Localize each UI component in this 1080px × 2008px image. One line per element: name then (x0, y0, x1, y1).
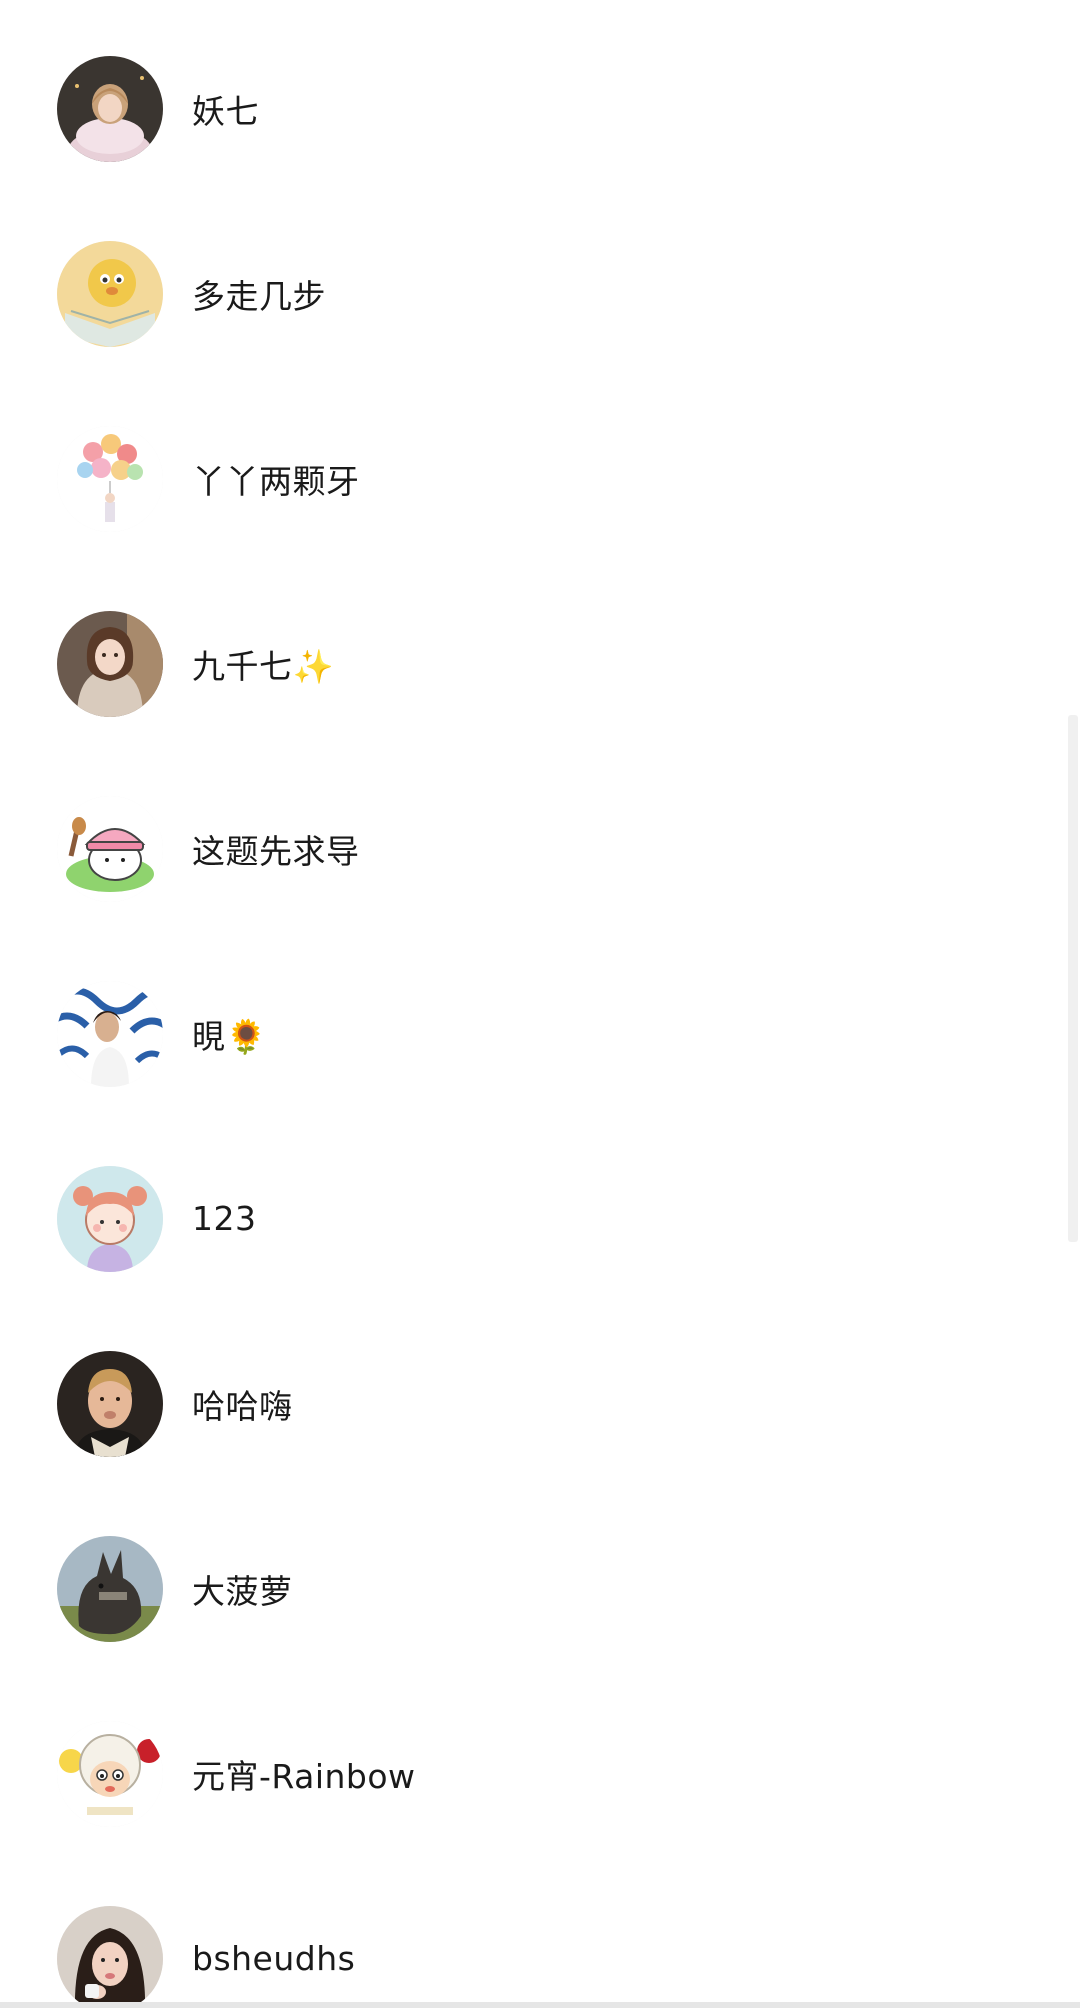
contact-row[interactable]: 丫丫两颗牙 (0, 386, 1070, 571)
contact-name: 元宵-Rainbow (192, 1756, 416, 1796)
cartoon-girl-pigtails-avatar-icon[interactable] (57, 1165, 163, 1272)
balloon-bouquet-avatar-icon[interactable] (57, 425, 163, 532)
cartoon-lion-book-avatar-icon[interactable] (57, 240, 163, 347)
contact-row[interactable]: bsheudhs (0, 1866, 1070, 2008)
contact-name: 丫丫两颗牙 (192, 461, 360, 501)
contact-row[interactable]: 123 (0, 1126, 1070, 1311)
anime-girl-avatar-icon[interactable] (57, 610, 163, 717)
contact-name: 九千七✨ (192, 646, 335, 686)
contact-row[interactable]: 大菠萝 (0, 1496, 1070, 1681)
woman-blue-pattern-avatar-icon[interactable] (57, 980, 163, 1087)
bottom-divider (0, 2002, 1080, 2008)
woman-portrait-avatar-icon[interactable] (57, 1905, 163, 2008)
scrollbar[interactable] (1068, 715, 1078, 1242)
contact-name: 这题先求导 (192, 831, 360, 871)
donkey-avatar-icon[interactable] (57, 1535, 163, 1642)
contact-name: 哈哈嗨 (192, 1386, 293, 1426)
cartoon-sheep-avatar-icon[interactable] (57, 1720, 163, 1827)
contact-row[interactable]: 妖七 (0, 16, 1070, 201)
contact-row[interactable]: 九千七✨ (0, 571, 1070, 756)
contact-name: 晛🌻 (192, 1016, 268, 1056)
boy-face-avatar-icon[interactable] (57, 1350, 163, 1457)
contact-name: 大菠萝 (192, 1571, 293, 1611)
contact-row[interactable]: 元宵-Rainbow (0, 1681, 1070, 1866)
girl-portrait-avatar-icon[interactable] (57, 55, 163, 162)
contact-row[interactable]: 哈哈嗨 (0, 1311, 1070, 1496)
contact-name: 123 (192, 1199, 257, 1238)
contact-list: 妖七 多走几步 丫丫两颗牙 九千七✨ 这题先求导 晛🌻 123 哈哈嗨 大菠萝 … (0, 0, 1080, 2008)
contact-row[interactable]: 多走几步 (0, 201, 1070, 386)
contact-row[interactable]: 晛🌻 (0, 941, 1070, 1126)
contact-name: bsheudhs (192, 1939, 356, 1978)
contact-name: 妖七 (192, 91, 259, 131)
contact-row[interactable]: 这题先求导 (0, 756, 1070, 941)
contact-name: 多走几步 (192, 276, 326, 316)
cartoon-bear-hat-avatar-icon[interactable] (57, 795, 163, 902)
